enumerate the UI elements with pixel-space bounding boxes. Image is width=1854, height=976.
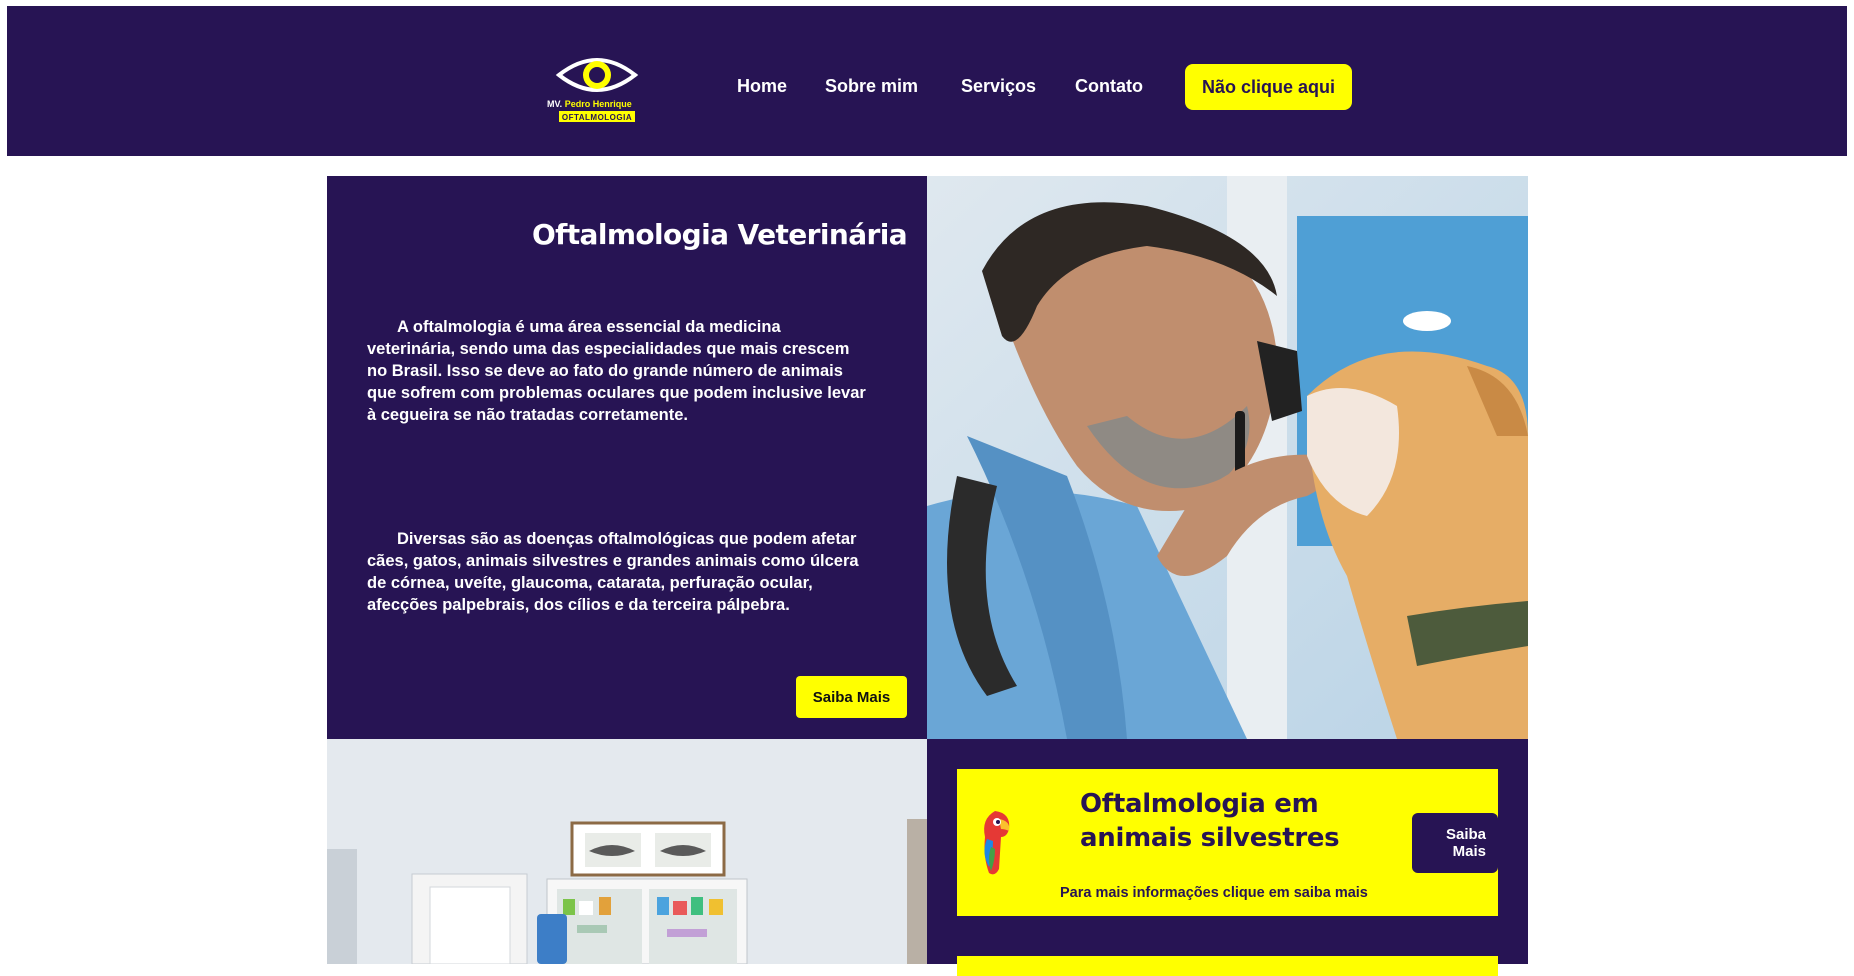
nao-clique-button[interactable]: Não clique aqui <box>1185 64 1352 110</box>
svg-text:MV. Pedro Henrique: MV. Pedro Henrique <box>547 99 632 109</box>
service-title: Oftalmologia em animais silvestres <box>1080 789 1340 853</box>
parrot-icon <box>984 811 1010 875</box>
logo-name: Pedro Henrique <box>565 99 632 109</box>
hero-paragraph-2: Diversas são as doenças oftalmológicas q… <box>367 530 859 614</box>
service-card-next <box>957 956 1498 976</box>
nav-sobre-mim[interactable]: Sobre mim <box>825 76 918 97</box>
service-card-silvestres: Oftalmologia em animais silvestres Para … <box>957 769 1498 916</box>
logo-specialty: OFTALMOLOGIA <box>562 113 632 122</box>
hero-saiba-mais-button[interactable]: Saiba Mais <box>796 676 907 718</box>
hero-paragraph-1: A oftalmologia é uma área essencial da m… <box>367 318 866 424</box>
service-subtitle: Para mais informações clique em saiba ma… <box>1060 885 1368 901</box>
vet-examining-dog-image <box>927 176 1528 739</box>
clinic-room-image <box>327 739 927 964</box>
logo-prefix: MV. <box>547 99 562 109</box>
services-section: Oftalmologia em animais silvestres Para … <box>927 739 1528 976</box>
site-logo[interactable]: MV. Pedro Henrique OFTALMOLOGIA <box>545 51 649 123</box>
hero-section: Oftalmologia Veterinária A oftalmologia … <box>327 176 927 739</box>
hero-title: Oftalmologia Veterinária <box>531 218 908 251</box>
service-saiba-mais-button[interactable]: Saiba Mais <box>1412 813 1498 873</box>
nav-home[interactable]: Home <box>737 76 787 97</box>
site-header: MV. Pedro Henrique OFTALMOLOGIA Home Sob… <box>7 6 1847 156</box>
eye-icon: MV. Pedro Henrique OFTALMOLOGIA <box>547 58 639 122</box>
nav-contato[interactable]: Contato <box>1075 76 1143 97</box>
nav-servicos[interactable]: Serviços <box>961 76 1036 97</box>
